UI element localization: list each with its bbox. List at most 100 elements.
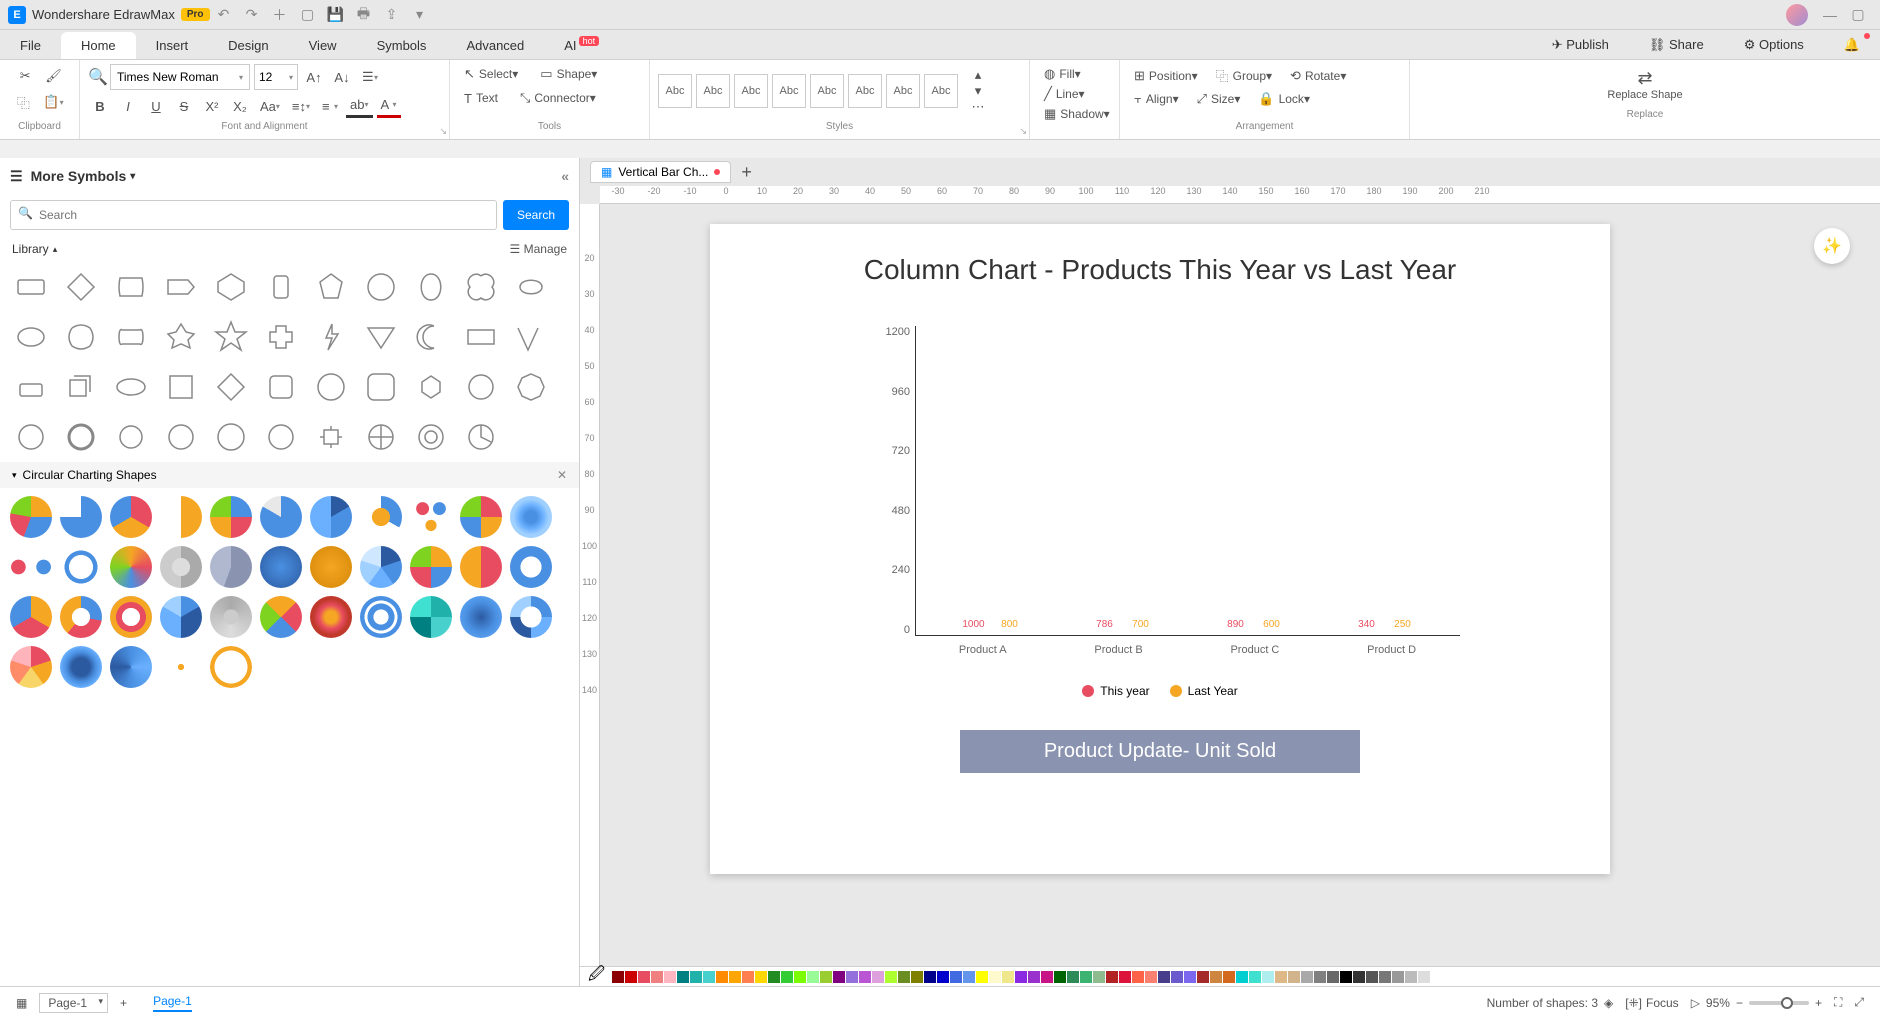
shape-item[interactable] [360,316,402,358]
style-preset-2[interactable]: Abc [696,74,730,108]
shape-item[interactable] [210,416,252,458]
chart-shape-item[interactable] [160,546,202,588]
color-swatch[interactable] [872,971,884,983]
chart-title[interactable]: Column Chart - Products This Year vs Las… [740,254,1580,286]
shape-item[interactable] [460,316,502,358]
chart-shape-item[interactable] [260,496,302,538]
tab-symbols[interactable]: Symbols [357,32,447,59]
styles-more-icon[interactable]: ⋯ [966,99,990,115]
color-swatch[interactable] [1327,971,1339,983]
color-swatch[interactable] [1132,971,1144,983]
style-preset-4[interactable]: Abc [772,74,806,108]
color-swatch[interactable] [690,971,702,983]
color-swatch[interactable] [976,971,988,983]
chart-shape-item[interactable] [210,546,252,588]
library-label[interactable]: Library [12,242,49,256]
shape-item[interactable] [410,416,452,458]
shape-item[interactable] [260,316,302,358]
color-swatch[interactable] [1340,971,1352,983]
chart-shape-item[interactable] [410,596,452,638]
chart-shape-item[interactable] [210,496,252,538]
line-spacing-icon[interactable]: ≡↕ [288,94,314,118]
chart-shape-item[interactable] [10,546,52,588]
undo-icon[interactable]: ↶ [212,3,236,27]
shape-item[interactable] [210,316,252,358]
subscript-icon[interactable]: X₂ [228,94,252,118]
redo-icon[interactable]: ↷ [240,3,264,27]
minimize-icon[interactable]: — [1818,3,1842,27]
zoom-out-icon[interactable]: − [1736,996,1743,1010]
shape-item[interactable] [410,366,452,408]
shape-item[interactable] [360,366,402,408]
save-icon[interactable]: 💾 [324,3,348,27]
text-tool[interactable]: TText [458,88,504,108]
shape-item[interactable] [160,366,202,408]
color-swatch[interactable] [755,971,767,983]
color-swatch[interactable] [807,971,819,983]
shape-item[interactable] [510,316,552,358]
section-toggle-icon[interactable]: ▾ [12,470,17,481]
cut-icon[interactable]: ✂ [13,64,37,88]
tab-home[interactable]: Home [61,32,136,59]
share-button[interactable]: ⛓ Share [1629,31,1724,59]
shape-item[interactable] [360,416,402,458]
shape-item[interactable] [160,316,202,358]
chart-shape-item[interactable] [510,546,552,588]
color-swatch[interactable] [1067,971,1079,983]
font-family-select[interactable]: Times New Roman [110,64,250,90]
color-swatch[interactable] [1418,971,1430,983]
color-swatch[interactable] [1288,971,1300,983]
color-swatch[interactable] [1392,971,1404,983]
color-swatch[interactable] [638,971,650,983]
style-preset-1[interactable]: Abc [658,74,692,108]
fill-button[interactable]: ◍Fill ▾ [1038,64,1087,84]
shape-tool[interactable]: ▭Shape ▾ [534,64,603,84]
export-icon[interactable]: ⇪ [380,3,404,27]
color-swatch[interactable] [820,971,832,983]
tab-insert[interactable]: Insert [136,32,209,59]
chart-shape-item[interactable] [260,546,302,588]
color-swatch[interactable] [1015,971,1027,983]
chart-shape-item[interactable] [460,546,502,588]
user-avatar-icon[interactable] [1786,4,1808,26]
chart-shape-item[interactable] [460,596,502,638]
chart-shape-item[interactable] [60,546,102,588]
style-preset-5[interactable]: Abc [810,74,844,108]
group-button[interactable]: ⿻Group ▾ [1210,64,1278,87]
chart-shape-item[interactable] [310,496,352,538]
shape-item[interactable] [460,416,502,458]
shape-item[interactable] [260,366,302,408]
color-swatch[interactable] [716,971,728,983]
shape-item[interactable] [110,416,152,458]
library-toggle-icon[interactable]: ▴ [53,244,58,255]
notification-icon[interactable]: 🔔 [1824,31,1880,59]
decrease-font-icon[interactable]: A↓ [330,65,354,89]
shape-item[interactable] [210,366,252,408]
color-swatch[interactable] [677,971,689,983]
color-swatch[interactable] [1197,971,1209,983]
superscript-icon[interactable]: X² [200,94,224,118]
shape-item[interactable] [60,366,102,408]
color-swatch[interactable] [1301,971,1313,983]
chart-shape-item[interactable] [510,596,552,638]
color-swatch[interactable] [1093,971,1105,983]
shape-item[interactable] [160,266,202,308]
format-painter-icon[interactable]: 🖌 [41,64,66,88]
color-swatch[interactable] [1379,971,1391,983]
page-selector[interactable]: Page-1 [39,993,108,1013]
chart-shape-item[interactable] [410,496,452,538]
color-swatch[interactable] [651,971,663,983]
shape-item[interactable] [60,416,102,458]
tab-design[interactable]: Design [208,32,288,59]
color-swatch[interactable] [1314,971,1326,983]
color-swatch[interactable] [625,971,637,983]
chart-shape-item[interactable] [60,596,102,638]
qat-more-icon[interactable]: ▾ [408,3,432,27]
shape-item[interactable] [310,366,352,408]
zoom-in-icon[interactable]: + [1815,996,1822,1010]
open-icon[interactable]: ▢ [296,3,320,27]
page[interactable]: Column Chart - Products This Year vs Las… [710,224,1610,874]
color-swatch[interactable] [911,971,923,983]
paragraph-align-icon[interactable]: ☰ [358,65,382,89]
zoom-slider[interactable] [1749,1001,1809,1005]
